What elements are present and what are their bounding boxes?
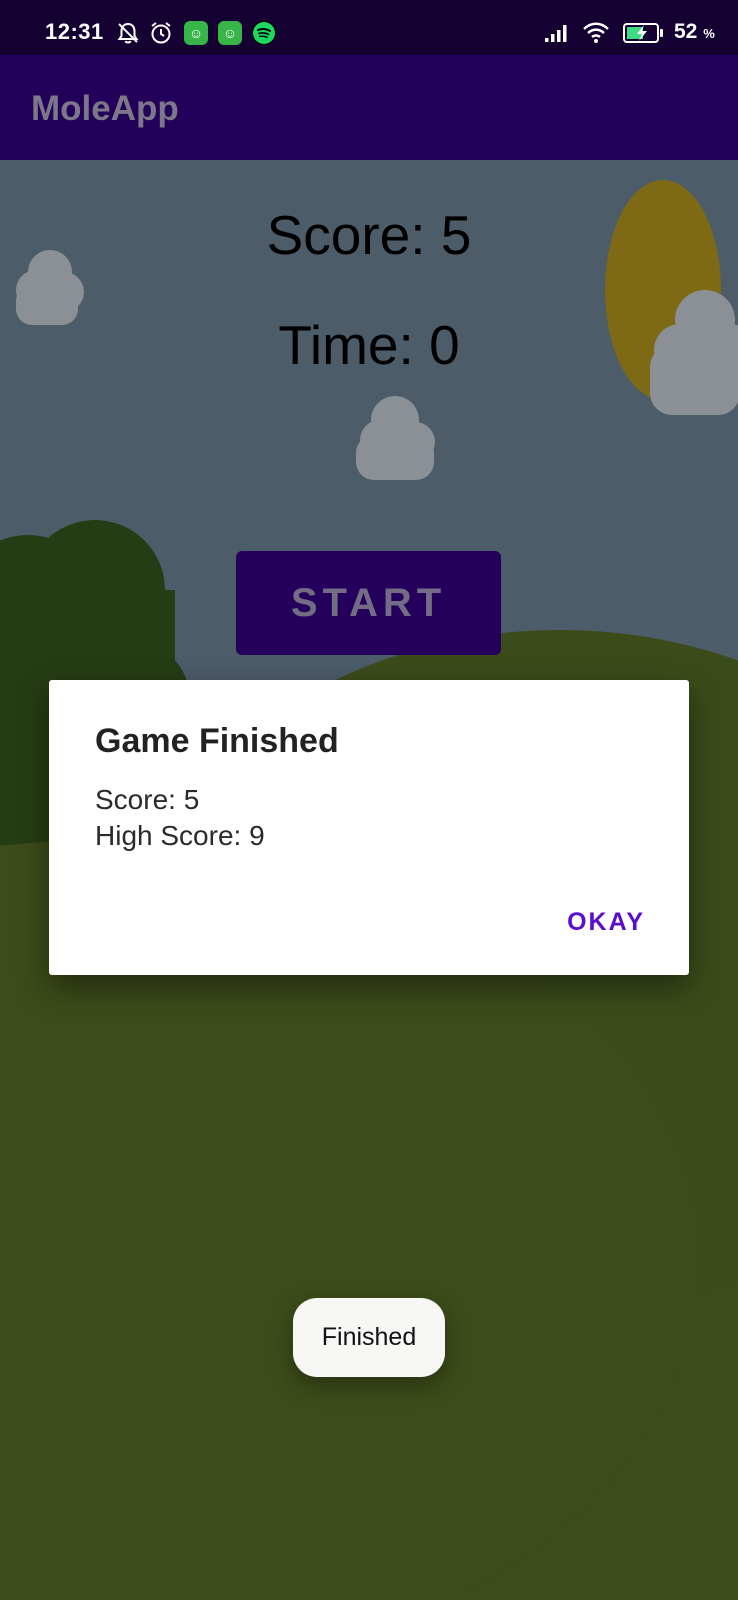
app-notification-icon: ☺	[184, 21, 208, 45]
dialog-title: Game Finished	[95, 722, 339, 760]
time-label: Time: 0	[278, 314, 460, 376]
app-bar: MoleApp	[0, 55, 738, 160]
signal-icon	[543, 20, 569, 46]
game-finished-dialog: Game Finished Score: 5 High Score: 9 OKA…	[49, 680, 689, 975]
status-bar: 12:31 ☺ ☺ 52 %	[0, 0, 738, 55]
app-notification-icon: ☺	[218, 21, 242, 45]
dialog-score: Score: 5	[95, 784, 200, 815]
start-button[interactable]: START	[236, 551, 501, 655]
app-title: MoleApp	[31, 89, 179, 128]
app-screen: 12:31 ☺ ☺ 52 % MoleApp Score: 5 Time: 0 …	[0, 0, 738, 1600]
wifi-icon	[582, 20, 609, 46]
dialog-high-score: High Score: 9	[95, 820, 265, 851]
finished-toast: Finished	[293, 1298, 445, 1377]
battery-percent: 52 %	[674, 20, 715, 43]
okay-button[interactable]: OKAY	[567, 908, 645, 937]
battery-charging-icon	[622, 20, 666, 46]
status-time: 12:31	[45, 19, 104, 44]
score-label: Score: 5	[266, 204, 472, 266]
spotify-icon	[252, 21, 276, 45]
alarm-icon	[148, 20, 174, 46]
notifications-muted-icon	[115, 20, 141, 46]
